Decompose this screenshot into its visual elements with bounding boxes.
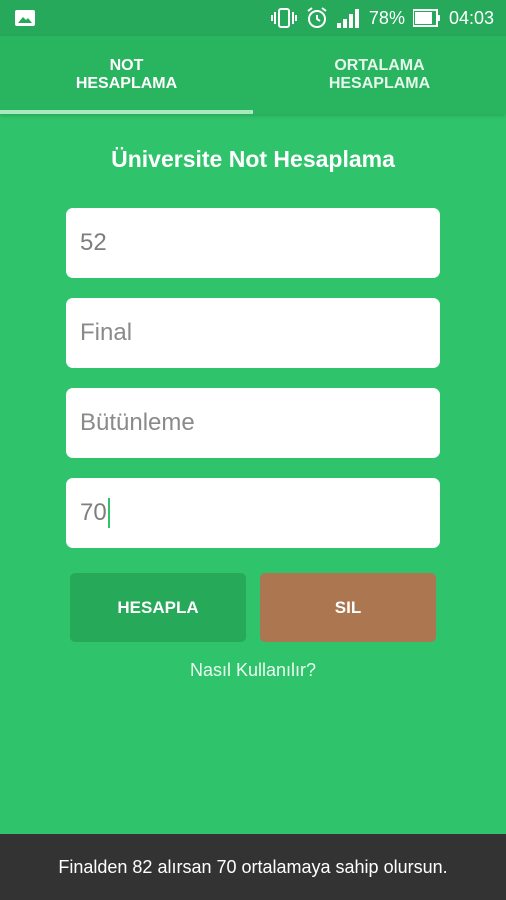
status-icons: 78% 04:03 xyxy=(270,0,494,36)
battery-percent: 78% xyxy=(368,7,405,28)
how-to-use-link[interactable]: Nasıl Kullanılır? xyxy=(0,660,506,681)
tab-indicator xyxy=(0,110,253,114)
final-placeholder: Final xyxy=(80,319,133,346)
battery-icon xyxy=(412,9,440,27)
signal-icon xyxy=(336,9,359,28)
gallery-icon xyxy=(15,10,35,26)
butunleme-placeholder: Bütünleme xyxy=(80,409,195,436)
target-average-field[interactable]: 70 xyxy=(66,478,440,548)
vibrate-icon xyxy=(270,8,297,28)
vize-field[interactable]: 52 xyxy=(66,208,440,278)
alarm-icon xyxy=(307,7,327,28)
vize-value: 52 xyxy=(80,229,107,256)
tab-bar: NOT HESAPLAMA ORTALAMA HESAPLAMA xyxy=(0,36,506,114)
final-field[interactable]: Final xyxy=(66,298,440,368)
hesapla-button[interactable]: HESAPLA xyxy=(70,573,246,642)
text-cursor xyxy=(107,498,110,528)
target-value: 70 xyxy=(80,499,107,526)
butunleme-field[interactable]: Bütünleme xyxy=(66,388,440,458)
tab-ortalama-hesaplama-label: ORTALAMA HESAPLAMA xyxy=(328,57,431,92)
tab-not-hesaplama-label: NOT HESAPLAMA xyxy=(75,57,178,92)
tab-ortalama-hesaplama[interactable]: ORTALAMA HESAPLAMA xyxy=(253,36,506,114)
status-bar: 78% 04:03 xyxy=(0,0,506,36)
tab-not-hesaplama[interactable]: NOT HESAPLAMA xyxy=(0,36,253,114)
page-title: Üniversite Not Hesaplama xyxy=(111,146,395,172)
sil-button[interactable]: SIL xyxy=(260,573,436,642)
clock: 04:03 xyxy=(448,7,494,28)
result-toast: Finalden 82 alırsan 70 ortalamaya sahip … xyxy=(0,834,506,900)
